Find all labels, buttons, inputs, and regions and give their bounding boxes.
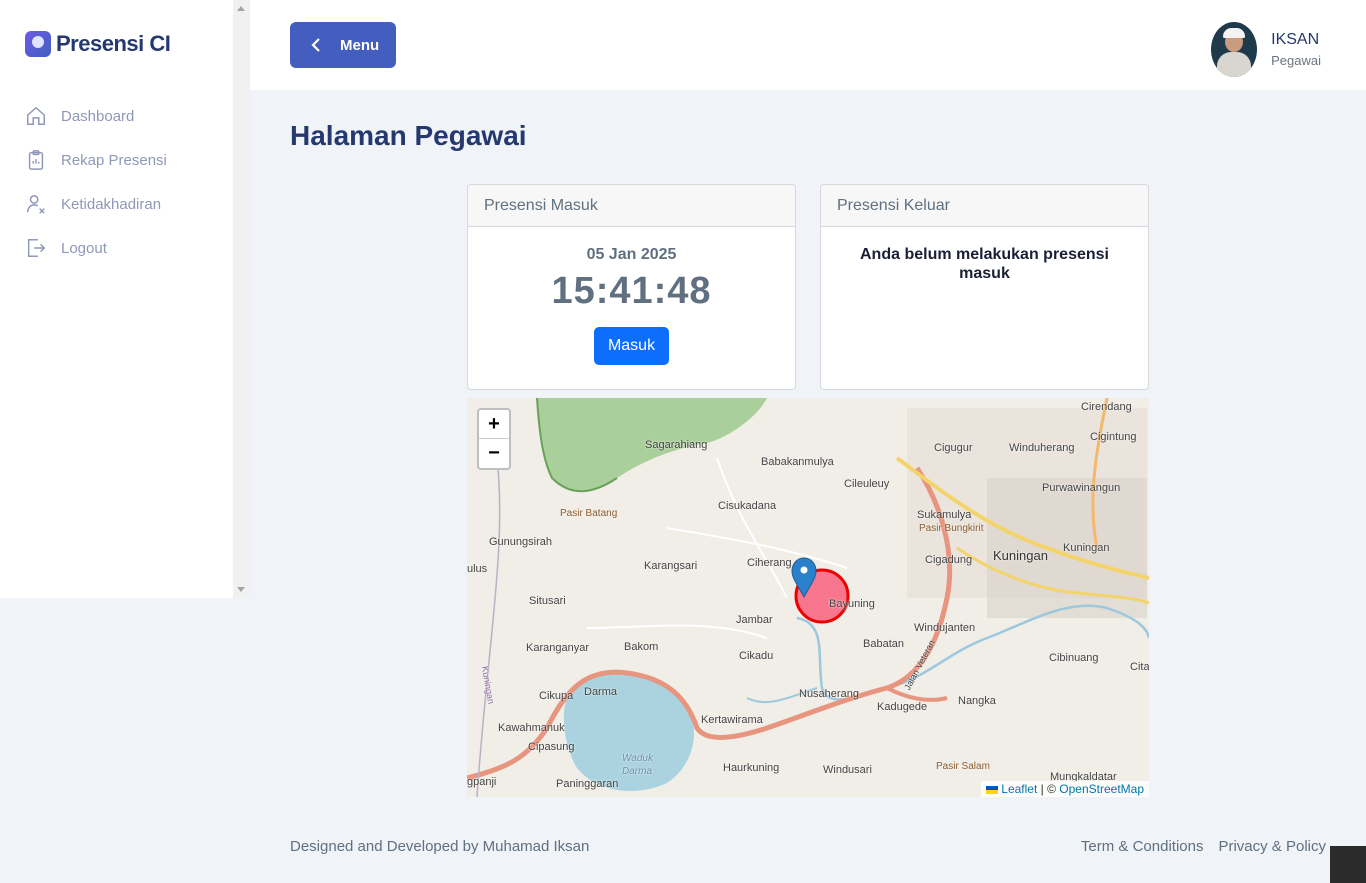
sidebar: Presensi CI Dashboard Rekap Presensi Ket…	[0, 0, 250, 598]
chevron-left-icon	[311, 38, 320, 52]
map-label: Pasir Bungkirit	[919, 523, 984, 534]
map-label: Haurkuning	[723, 762, 780, 774]
map-label: Bayuning	[829, 598, 875, 610]
map-label: Ciherang	[747, 557, 792, 569]
footer-links: Term & Conditions Privacy & Policy	[1066, 838, 1326, 855]
map-label: ulus	[467, 563, 488, 575]
sidebar-item-label: Rekap Presensi	[61, 151, 167, 169]
presensi-date: 05 Jan 2025	[586, 246, 677, 263]
map-label: Darma	[584, 686, 618, 698]
corner-widget[interactable]	[1330, 846, 1366, 883]
user-name: IKSAN	[1271, 31, 1320, 48]
menu-button[interactable]: Menu	[290, 22, 396, 68]
map-label: Cipasung	[528, 741, 575, 753]
map-label: Paninggaran	[556, 778, 619, 790]
map-label: Kawahmanuk	[498, 722, 565, 734]
privacy-link[interactable]: Privacy & Policy	[1218, 838, 1326, 855]
footer-credit: Designed and Developed by Muhamad Iksan	[290, 838, 590, 855]
avatar	[1211, 22, 1258, 77]
map-label: Babatan	[863, 638, 904, 650]
sidebar-item-label: Ketidakhadiran	[61, 195, 162, 213]
map-label: Darma	[622, 766, 653, 777]
map-label: Cikadu	[739, 650, 774, 662]
map-label: Cisukadana	[718, 500, 777, 512]
map-label: Kadugede	[877, 701, 928, 713]
map-label: Jambar	[736, 614, 773, 626]
map-label: Cigugur	[934, 442, 973, 454]
zoom-in-button[interactable]: +	[479, 410, 509, 439]
logout-icon	[27, 239, 46, 257]
openstreetmap-link[interactable]: OpenStreetMap	[1059, 782, 1144, 796]
map-label: Windujanten	[914, 622, 976, 634]
scroll-down-icon[interactable]	[237, 587, 245, 592]
map-label: Waduk	[622, 753, 653, 764]
attribution-separator: | ©	[1040, 782, 1056, 796]
map-label: Cigadung	[925, 554, 973, 566]
map-label: Bakom	[624, 641, 659, 653]
map-label: Purwawinangun	[1042, 482, 1121, 494]
map-label: Kuningan	[993, 548, 1048, 563]
sidebar-item-label: Dashboard	[61, 107, 135, 125]
map-label: Sukamulya	[917, 509, 972, 521]
map-label: Cita	[1130, 661, 1149, 673]
map-label: Situsari	[529, 595, 566, 607]
page-title: Halaman Pegawai	[290, 120, 527, 151]
map-attribution: Leaflet | © OpenStreetMap	[981, 781, 1149, 797]
top-navbar: Menu IKSAN Pegawai	[250, 0, 1366, 90]
map-label: Cibinuang	[1049, 652, 1099, 664]
map-label: Cileuleuy	[844, 478, 890, 490]
map-zoom-control: + −	[477, 408, 511, 470]
map-label: Kuningan	[1063, 542, 1110, 554]
map-label: Gunungsirah	[489, 536, 552, 548]
user-profile[interactable]: IKSAN Pegawai	[1211, 22, 1321, 77]
map-label: Babakanmulya	[761, 456, 834, 468]
location-map[interactable]: Cirendang Cigintung Sagarahiang Babakanm…	[467, 398, 1149, 797]
leaflet-link[interactable]: Leaflet	[1001, 782, 1037, 796]
map-label: Kertawirama	[701, 714, 763, 726]
map-label: Nangka	[958, 695, 996, 707]
presensi-clock: 15:41:48	[551, 270, 712, 312]
sidebar-item-rekap-presensi[interactable]: Rekap Presensi	[25, 138, 167, 182]
scroll-up-icon[interactable]	[237, 6, 245, 11]
map-label: Pasir Salam	[936, 761, 990, 772]
card-title: Presensi Masuk	[468, 185, 795, 227]
map-label: Karangsari	[644, 560, 698, 572]
map-label: Sagarahiang	[645, 439, 708, 451]
map-label: Karanganyar	[526, 642, 589, 654]
map-label: Cigintung	[1090, 431, 1137, 443]
map-label: Cirendang	[1081, 401, 1132, 413]
map-label: gpanji	[467, 776, 497, 788]
presensi-masuk-card: Presensi Masuk 05 Jan 2025 15:41:48 Masu…	[467, 184, 796, 390]
map-label: Windusari	[823, 764, 872, 776]
sidebar-nav: Dashboard Rekap Presensi Ketidakhadiran …	[25, 94, 167, 270]
sidebar-item-ketidakhadiran[interactable]: Ketidakhadiran	[25, 182, 167, 226]
presensi-keluar-card: Presensi Keluar Anda belum melakukan pre…	[820, 184, 1149, 390]
sidebar-scrollbar[interactable]	[233, 0, 250, 598]
terms-link[interactable]: Term & Conditions	[1081, 838, 1204, 855]
menu-button-label: Menu	[340, 36, 380, 54]
logo-text: Presensi CI	[56, 31, 171, 56]
sidebar-item-logout[interactable]: Logout	[25, 226, 167, 270]
user-role: Pegawai	[1271, 53, 1321, 68]
logo-icon	[25, 31, 51, 57]
map-label: Pasir Batang	[560, 508, 618, 519]
user-x-icon	[27, 195, 45, 214]
masuk-button[interactable]: Masuk	[594, 327, 669, 365]
sidebar-item-dashboard[interactable]: Dashboard	[25, 94, 167, 138]
card-title: Presensi Keluar	[821, 185, 1148, 227]
app-logo[interactable]: Presensi CI	[25, 31, 171, 57]
map-label: Cikupa	[539, 690, 574, 702]
ukraine-flag-icon	[986, 785, 999, 794]
map-label: Nusaherang	[799, 688, 859, 700]
map-label: Winduherang	[1009, 442, 1075, 454]
sidebar-item-label: Logout	[61, 239, 107, 257]
clipboard-icon	[28, 150, 44, 170]
house-icon	[27, 106, 45, 125]
presensi-keluar-message: Anda belum melakukan presensi masuk	[860, 246, 1109, 282]
zoom-out-button[interactable]: −	[479, 439, 509, 468]
